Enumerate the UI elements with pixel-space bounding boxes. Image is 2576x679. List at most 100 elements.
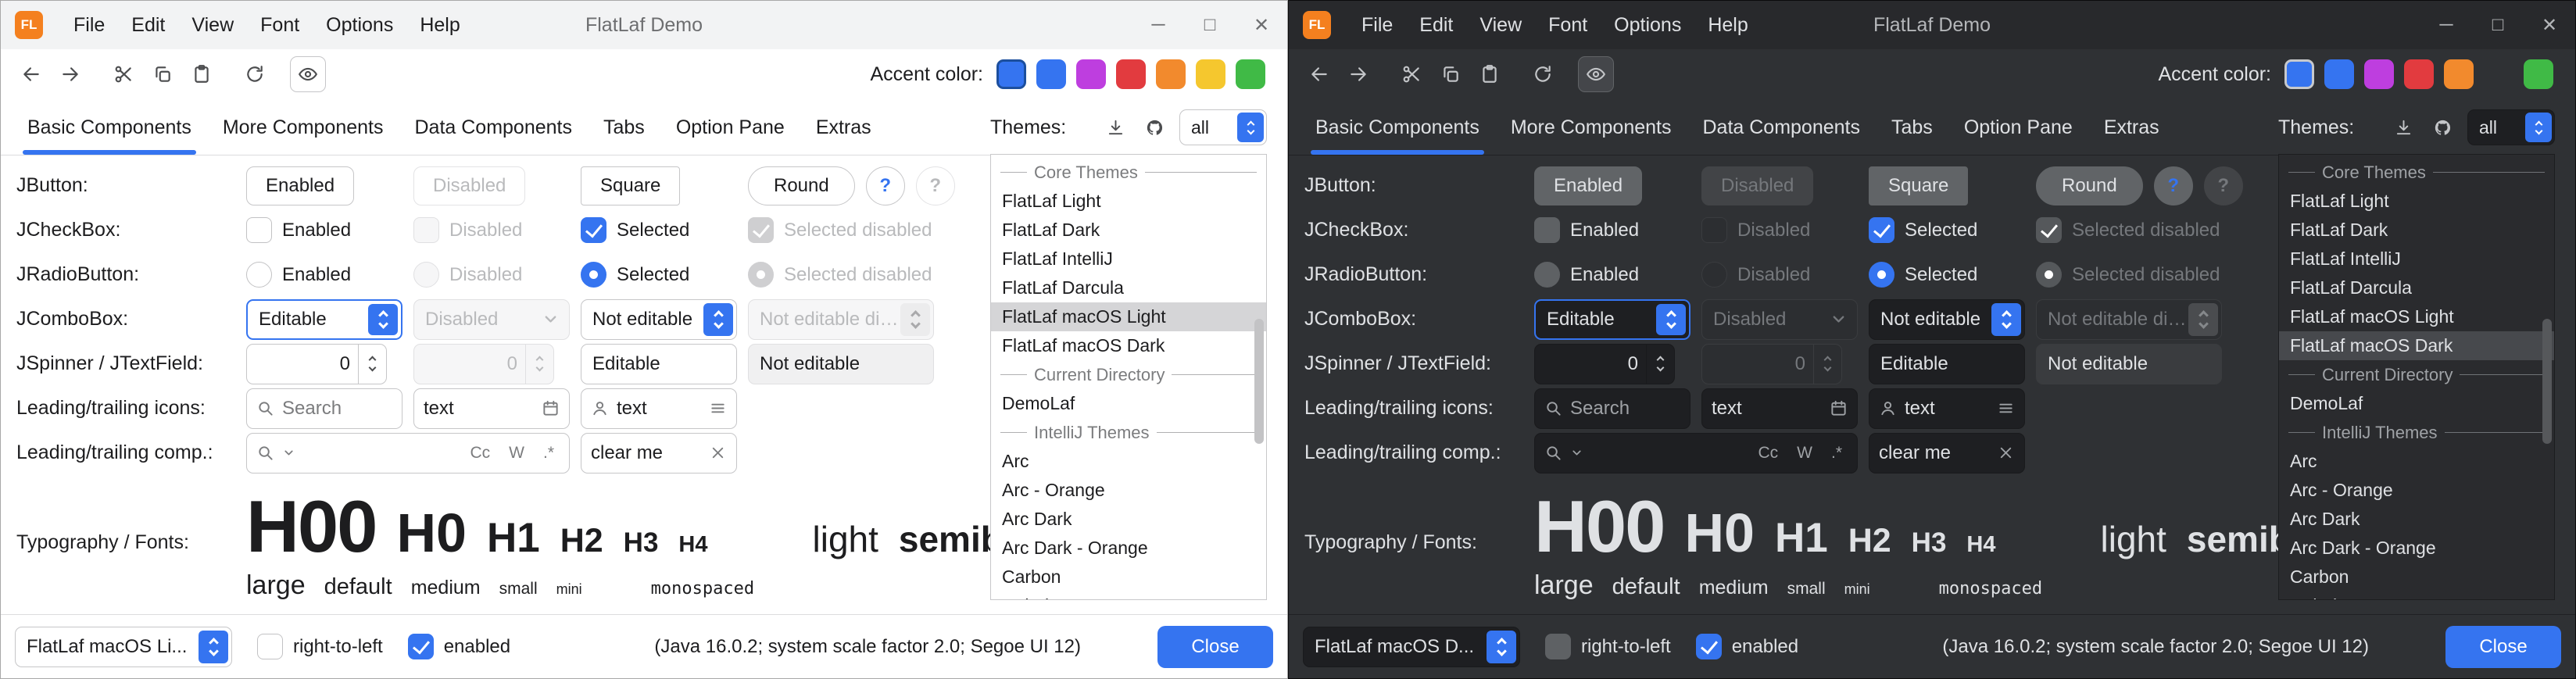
right-to-left-checkbox[interactable]: right-to-left [1545, 634, 1671, 659]
square-button[interactable]: Square [581, 166, 680, 205]
theme-item[interactable]: DemoLaf [2279, 389, 2554, 418]
theme-item[interactable]: Arc [2279, 447, 2554, 476]
menu-icon[interactable] [709, 399, 727, 417]
combobox-arrows-icon[interactable] [703, 303, 733, 336]
theme-item[interactable]: FlatLaf IntelliJ [2279, 245, 2554, 273]
download-theme-button[interactable] [1100, 112, 1131, 143]
editable-combobox[interactable] [1534, 299, 1690, 340]
search-options-field[interactable]: Cc W .* [246, 433, 570, 474]
theme-item-selected[interactable]: FlatLaf macOS Dark [2279, 331, 2554, 360]
copy-button[interactable] [1433, 56, 1469, 92]
enabled-button[interactable]: Enabled [1534, 166, 1642, 205]
menu-options[interactable]: Options [1601, 1, 1694, 49]
match-case-button[interactable]: Cc [464, 441, 496, 465]
tab-tabs[interactable]: Tabs [588, 99, 660, 155]
theme-item[interactable]: FlatLaf Dark [2279, 216, 2554, 245]
tab-data-components[interactable]: Data Components [399, 99, 588, 155]
accent-swatch-orange[interactable] [2444, 59, 2474, 89]
date-field[interactable] [413, 388, 570, 429]
date-field[interactable] [1701, 388, 1858, 429]
clear-icon[interactable] [709, 444, 727, 462]
theme-item[interactable]: FlatLaf Dark [991, 216, 1266, 245]
enabled-checkbox[interactable]: enabled [1696, 634, 1798, 659]
spinner[interactable] [246, 344, 387, 384]
menu-help[interactable]: Help [406, 1, 473, 49]
menu-options[interactable]: Options [313, 1, 406, 49]
close-button[interactable]: Close [1157, 626, 1273, 668]
theme-item[interactable]: FlatLaf Light [2279, 187, 2554, 216]
menu-edit[interactable]: Edit [1406, 1, 1466, 49]
menu-font[interactable]: Font [1535, 1, 1601, 49]
menu-icon[interactable] [1997, 399, 2015, 417]
maximize-button[interactable]: □ [2472, 1, 2524, 49]
refresh-button[interactable] [1525, 56, 1561, 92]
round-button[interactable]: Round [2036, 166, 2143, 205]
tab-extras[interactable]: Extras [800, 99, 887, 155]
accent-swatch-purple[interactable] [1076, 59, 1106, 89]
scrollbar-thumb[interactable] [2542, 319, 2552, 444]
user-input[interactable] [1905, 398, 1989, 420]
tab-option-pane[interactable]: Option Pane [1948, 99, 2088, 155]
lookandfeel-combobox[interactable]: FlatLaf macOS Li... [15, 627, 232, 667]
not-editable-combobox[interactable]: Not editable [581, 299, 737, 340]
theme-item[interactable]: FlatLaf macOS Dark [991, 331, 1266, 360]
accent-swatch-blue[interactable] [1036, 59, 1066, 89]
editable-textfield[interactable] [1869, 344, 2025, 384]
accent-swatch-purple[interactable] [2364, 59, 2394, 89]
combobox-arrows-icon[interactable] [1237, 113, 1264, 142]
radio-enabled[interactable]: Enabled [1534, 262, 1639, 288]
clear-icon[interactable] [1997, 444, 2015, 462]
radio-selected[interactable]: Selected [1869, 262, 1977, 288]
chevron-down-icon[interactable] [1570, 446, 1583, 459]
combobox-arrows-icon[interactable] [368, 304, 398, 335]
theme-item[interactable]: FlatLaf macOS Light [2279, 302, 2554, 331]
close-button[interactable]: Close [2445, 626, 2561, 668]
forward-button[interactable] [52, 56, 88, 92]
menu-font[interactable]: Font [247, 1, 313, 49]
maximize-button[interactable]: □ [1184, 1, 1236, 49]
clearable-input[interactable] [591, 442, 701, 464]
combobox-arrows-icon[interactable] [1487, 631, 1516, 663]
theme-item[interactable]: DemoLaf [991, 389, 1266, 418]
checkbox-enabled[interactable]: Enabled [246, 217, 351, 243]
themes-list[interactable]: Core Themes FlatLaf Light FlatLaf Dark F… [2278, 154, 2555, 600]
editable-combobox[interactable] [246, 299, 402, 340]
spinner[interactable] [1534, 344, 1675, 384]
checkbox-selected[interactable]: Selected [581, 217, 689, 243]
user-input[interactable] [617, 398, 701, 420]
accent-swatch-green[interactable] [2524, 59, 2553, 89]
spinner-arrows-icon[interactable] [358, 345, 386, 384]
github-button[interactable] [1139, 112, 1170, 143]
user-field[interactable] [1869, 388, 2025, 429]
checkbox-enabled[interactable]: Enabled [1534, 217, 1639, 243]
not-editable-combobox[interactable]: Not editable [1869, 299, 2025, 340]
themes-filter-combobox[interactable]: all [1179, 109, 1267, 145]
right-to-left-checkbox[interactable]: right-to-left [257, 634, 383, 659]
radio-enabled[interactable]: Enabled [246, 262, 351, 288]
theme-item[interactable]: FlatLaf IntelliJ [991, 245, 1266, 273]
menu-edit[interactable]: Edit [118, 1, 178, 49]
accent-swatch-orange[interactable] [1156, 59, 1186, 89]
theme-item[interactable]: Arc Dark - Orange [2279, 534, 2554, 563]
accent-swatch-blue[interactable] [2324, 59, 2354, 89]
chevron-down-icon[interactable] [282, 446, 295, 459]
search-input[interactable] [282, 398, 392, 420]
theme-item[interactable]: Carbon [2279, 563, 2554, 591]
user-field[interactable] [581, 388, 737, 429]
combobox-arrows-icon[interactable] [199, 631, 228, 663]
menu-file[interactable]: File [1348, 1, 1406, 49]
tab-option-pane[interactable]: Option Pane [660, 99, 800, 155]
theme-item[interactable]: Arc Dark [991, 505, 1266, 534]
tab-data-components[interactable]: Data Components [1687, 99, 1876, 155]
theme-item[interactable]: FlatLaf Light [991, 187, 1266, 216]
search-field[interactable] [246, 388, 402, 429]
menu-view[interactable]: View [178, 1, 247, 49]
square-button[interactable]: Square [1869, 166, 1968, 205]
theme-item[interactable]: Arc - Orange [991, 476, 1266, 505]
accent-swatch-red[interactable] [2404, 59, 2434, 89]
search-options-field[interactable]: Cc W .* [1534, 433, 1858, 474]
spinner-input[interactable] [1535, 345, 1646, 384]
accent-swatch-yellow[interactable] [1196, 59, 1225, 89]
round-button[interactable]: Round [748, 166, 855, 205]
theme-item[interactable]: Arc Dark - Orange [991, 534, 1266, 563]
